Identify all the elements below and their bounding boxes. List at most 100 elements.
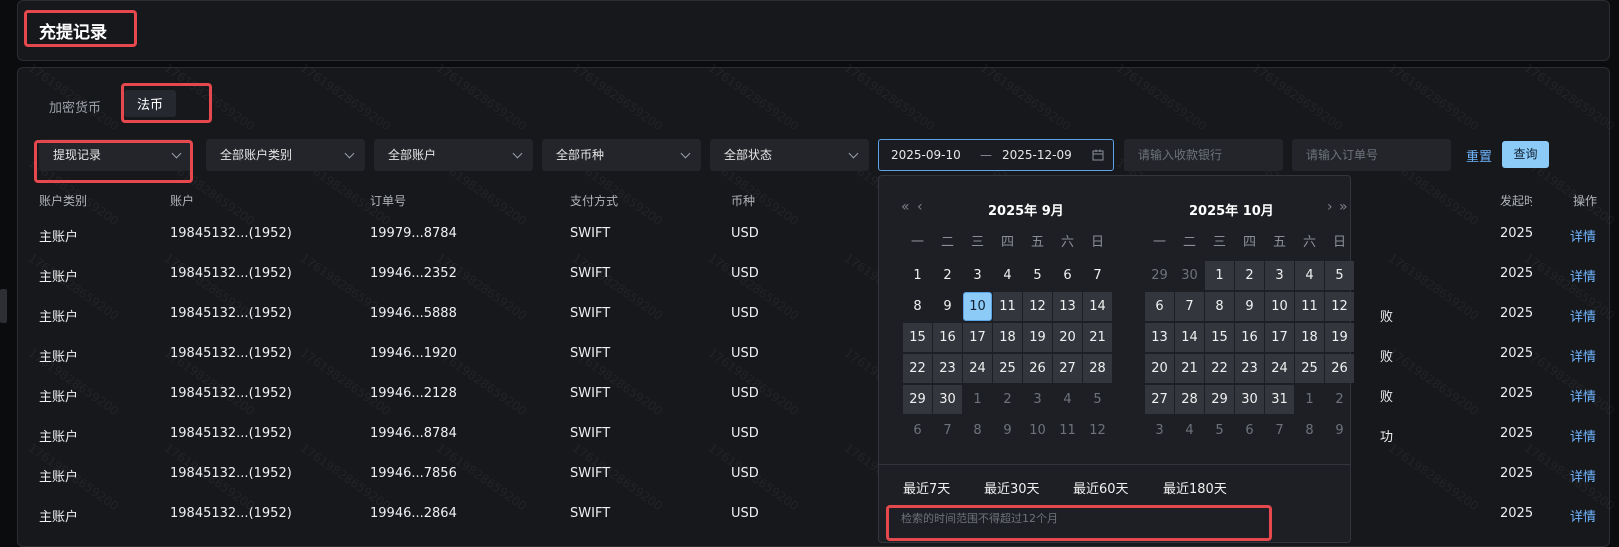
calendar-day[interactable]: 22 (903, 354, 932, 383)
calendar-day[interactable]: 5 (1083, 385, 1112, 414)
calendar-day[interactable]: 9 (933, 292, 962, 321)
bank-search-input[interactable]: 请输入收款银行 (1124, 139, 1283, 171)
calendar-day[interactable]: 5 (1325, 261, 1354, 290)
calendar-day[interactable]: 14 (1083, 292, 1112, 321)
detail-link[interactable]: 详情 (1570, 346, 1596, 365)
quick-7-days[interactable]: 最近7天 (903, 478, 950, 497)
quick-60-days[interactable]: 最近60天 (1073, 478, 1129, 497)
detail-link[interactable]: 详情 (1570, 306, 1596, 325)
calendar-day[interactable]: 13 (1053, 292, 1082, 321)
calendar-day[interactable]: 1 (963, 385, 992, 414)
calendar-day[interactable]: 25 (1295, 354, 1324, 383)
order-search-input[interactable]: 请输入订单号 (1292, 139, 1451, 171)
calendar-day[interactable]: 15 (1205, 323, 1234, 352)
calendar-day[interactable]: 10 (963, 292, 992, 321)
calendar-day[interactable]: 8 (1205, 292, 1234, 321)
calendar-day[interactable]: 1 (903, 261, 932, 290)
calendar-day[interactable]: 30 (1235, 385, 1264, 414)
detail-link[interactable]: 详情 (1570, 226, 1596, 245)
calendar-day[interactable]: 12 (1083, 416, 1112, 445)
calendar-day[interactable]: 9 (1325, 416, 1354, 445)
calendar-day[interactable]: 1 (1205, 261, 1234, 290)
calendar-day[interactable]: 16 (933, 323, 962, 352)
calendar-day[interactable]: 7 (1265, 416, 1294, 445)
calendar-day[interactable]: 7 (933, 416, 962, 445)
calendar-day[interactable]: 10 (1023, 416, 1052, 445)
reset-button[interactable]: 重置 (1466, 146, 1492, 165)
calendar-day[interactable]: 18 (1295, 323, 1324, 352)
calendar-day[interactable]: 3 (1023, 385, 1052, 414)
calendar-day[interactable]: 20 (1145, 354, 1174, 383)
calendar-day[interactable]: 4 (993, 261, 1022, 290)
calendar-day[interactable]: 2 (1235, 261, 1264, 290)
calendar-day[interactable]: 30 (933, 385, 962, 414)
calendar-day[interactable]: 14 (1175, 323, 1204, 352)
account-type-select[interactable]: 全部账户类别 (206, 139, 365, 171)
calendar-day[interactable]: 21 (1083, 323, 1112, 352)
calendar-day[interactable]: 26 (1325, 354, 1354, 383)
calendar-day[interactable]: 5 (1205, 416, 1234, 445)
calendar-day[interactable]: 8 (1295, 416, 1324, 445)
calendar-day[interactable]: 2 (993, 385, 1022, 414)
detail-link[interactable]: 详情 (1570, 266, 1596, 285)
query-button[interactable]: 查询 (1502, 141, 1549, 168)
detail-link[interactable]: 详情 (1570, 426, 1596, 445)
calendar-day[interactable]: 8 (903, 292, 932, 321)
prev-year-icon[interactable]: « (901, 199, 910, 215)
prev-month-icon[interactable]: ‹ (917, 199, 923, 215)
calendar-day[interactable]: 27 (1053, 354, 1082, 383)
calendar-day[interactable]: 4 (1053, 385, 1082, 414)
calendar-day[interactable]: 4 (1295, 261, 1324, 290)
calendar-day[interactable]: 11 (993, 292, 1022, 321)
calendar-day[interactable]: 19 (1023, 323, 1052, 352)
calendar-day[interactable]: 7 (1083, 261, 1112, 290)
calendar-day[interactable]: 8 (963, 416, 992, 445)
calendar-day[interactable]: 25 (993, 354, 1022, 383)
calendar-day[interactable]: 3 (963, 261, 992, 290)
next-month-icon[interactable]: › (1327, 199, 1333, 215)
detail-link[interactable]: 详情 (1570, 506, 1596, 525)
calendar-day[interactable]: 21 (1175, 354, 1204, 383)
calendar-day[interactable]: 13 (1145, 323, 1174, 352)
next-year-icon[interactable]: » (1339, 199, 1348, 215)
calendar-day[interactable]: 3 (1145, 416, 1174, 445)
calendar-day[interactable]: 6 (1053, 261, 1082, 290)
calendar-day[interactable]: 11 (1295, 292, 1324, 321)
status-select[interactable]: 全部状态 (710, 139, 869, 171)
date-range-picker[interactable]: 2025-09-10 — 2025-12-09 (878, 139, 1114, 171)
calendar-day[interactable]: 12 (1325, 292, 1354, 321)
calendar-day[interactable]: 5 (1023, 261, 1052, 290)
calendar-day[interactable]: 22 (1205, 354, 1234, 383)
calendar-day[interactable]: 10 (1265, 292, 1294, 321)
calendar-day[interactable]: 17 (1265, 323, 1294, 352)
calendar-day[interactable]: 24 (1265, 354, 1294, 383)
calendar-day[interactable]: 23 (1235, 354, 1264, 383)
calendar-day[interactable]: 19 (1325, 323, 1354, 352)
calendar-day[interactable]: 1 (1295, 385, 1324, 414)
calendar-day[interactable]: 12 (1023, 292, 1052, 321)
calendar-day[interactable]: 31 (1265, 385, 1294, 414)
calendar-day[interactable]: 29 (1205, 385, 1234, 414)
calendar-day[interactable]: 15 (903, 323, 932, 352)
calendar-day[interactable]: 11 (1053, 416, 1082, 445)
quick-180-days[interactable]: 最近180天 (1163, 478, 1227, 497)
calendar-day[interactable]: 29 (903, 385, 932, 414)
calendar-day[interactable]: 6 (1235, 416, 1264, 445)
calendar-day[interactable]: 3 (1265, 261, 1294, 290)
left-scroll-handle[interactable] (0, 289, 7, 323)
calendar-day[interactable]: 6 (903, 416, 932, 445)
calendar-day[interactable]: 24 (963, 354, 992, 383)
date-end[interactable]: 2025-12-09 (1002, 148, 1072, 162)
calendar-day[interactable]: 28 (1083, 354, 1112, 383)
calendar-day[interactable]: 29 (1145, 261, 1174, 290)
calendar-day[interactable]: 4 (1175, 416, 1204, 445)
record-type-select[interactable]: 提现记录 (39, 139, 192, 171)
currency-select[interactable]: 全部币种 (542, 139, 701, 171)
calendar-day[interactable]: 30 (1175, 261, 1204, 290)
date-start[interactable]: 2025-09-10 (891, 148, 961, 162)
calendar-day[interactable]: 6 (1145, 292, 1174, 321)
calendar-day[interactable]: 18 (993, 323, 1022, 352)
calendar-day[interactable]: 16 (1235, 323, 1264, 352)
tab-fiat[interactable]: 法币 (124, 90, 177, 117)
calendar-day[interactable]: 7 (1175, 292, 1204, 321)
